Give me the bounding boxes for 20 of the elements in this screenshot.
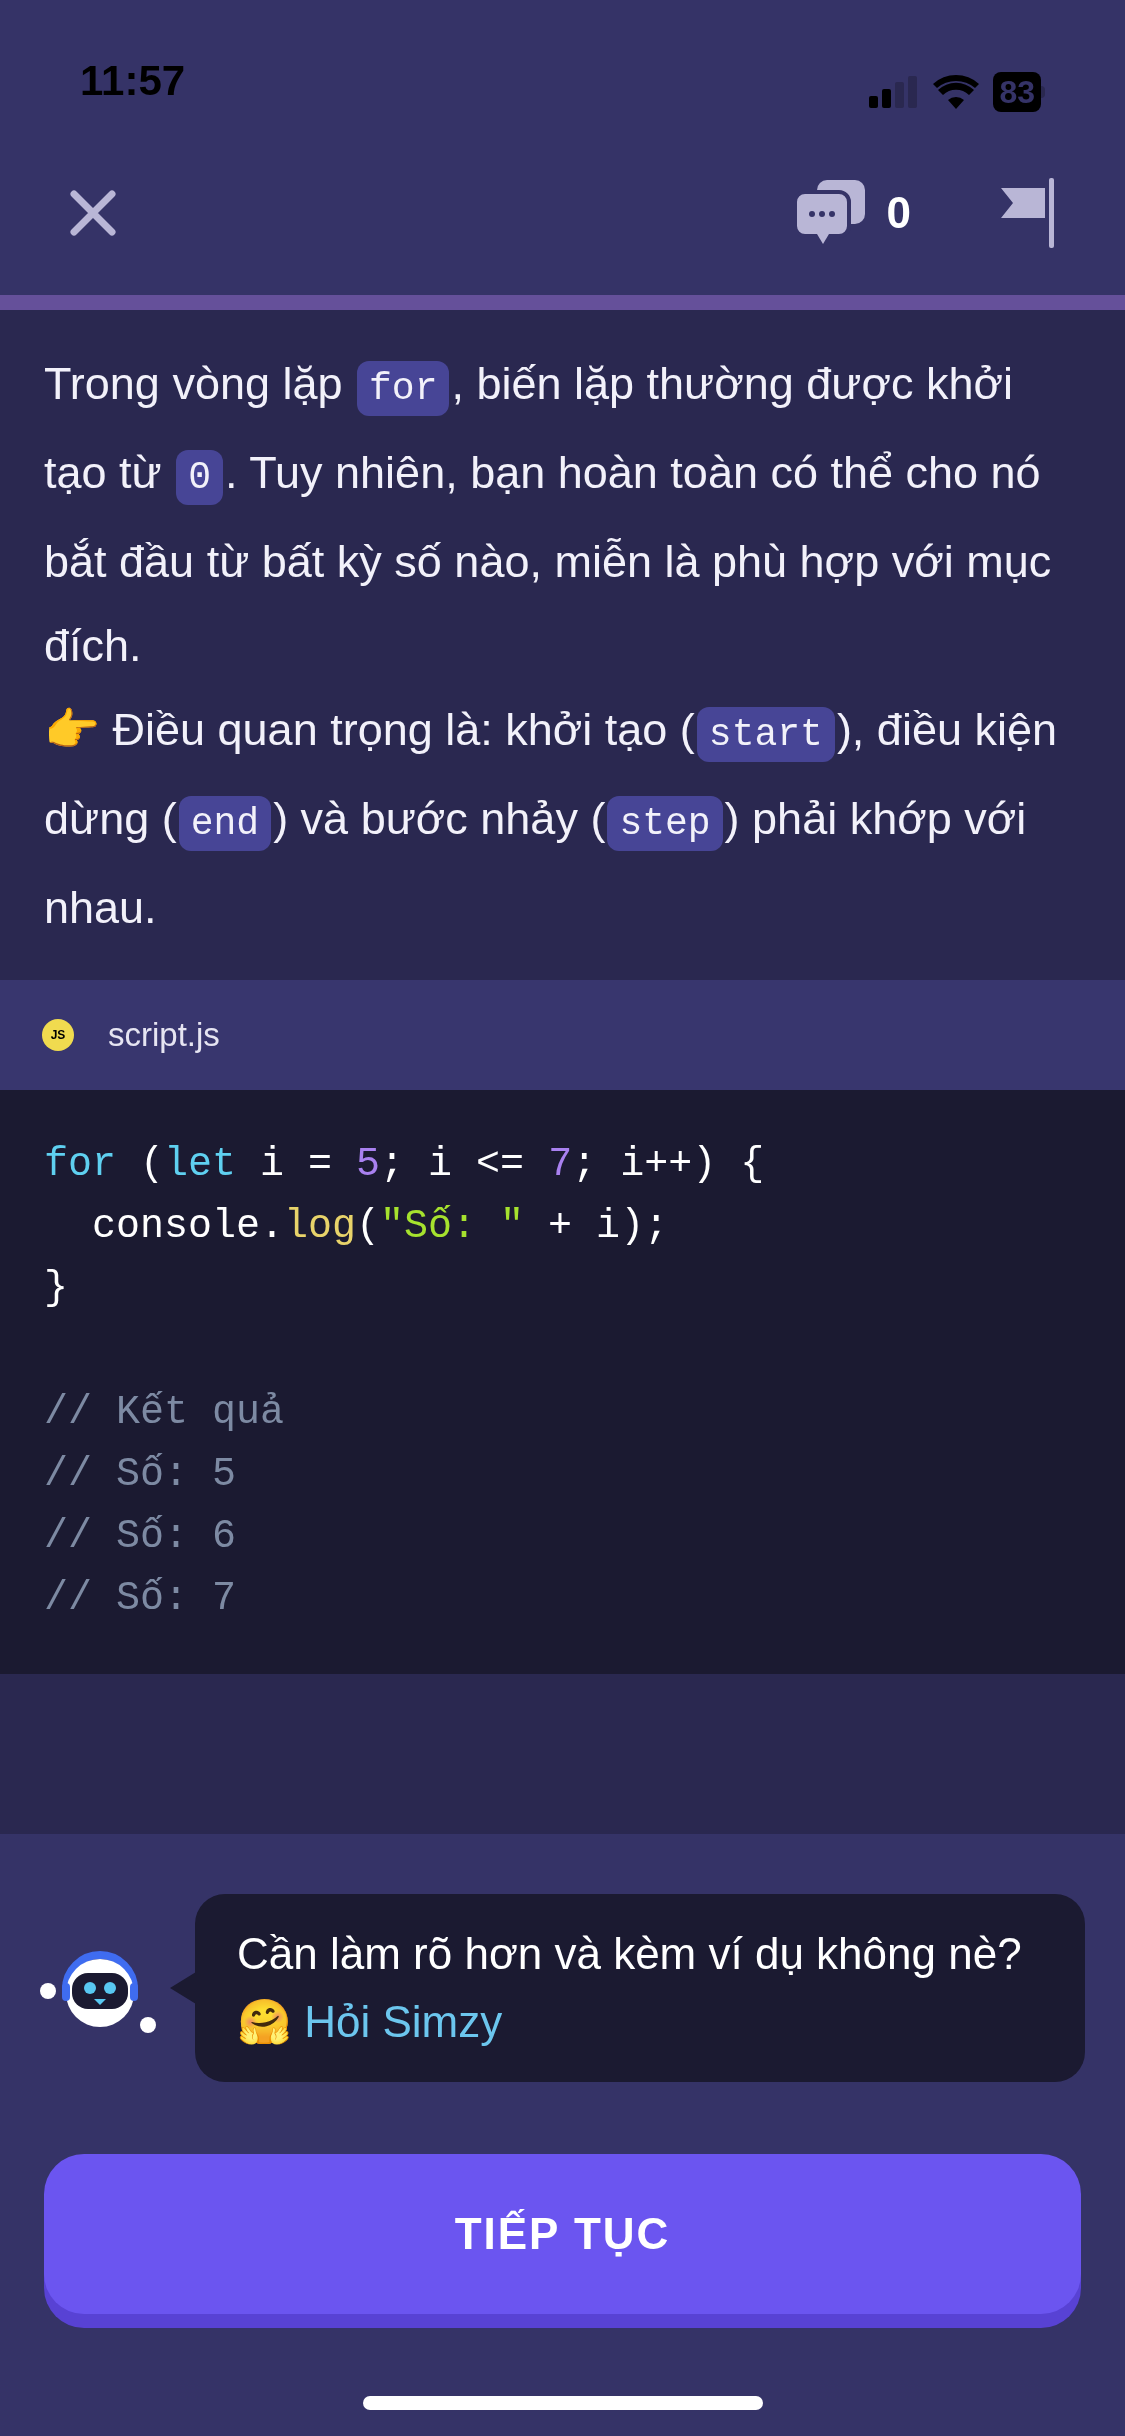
ask-simzy-link[interactable]: Hỏi Simzy — [304, 1997, 503, 2046]
code-line: // Số: 5 — [44, 1451, 238, 1499]
comment-count: 0 — [886, 186, 911, 239]
js-file-icon: JS — [42, 1019, 74, 1051]
flag-icon[interactable] — [1001, 177, 1055, 248]
explanation-paragraph: Trong vòng lặp for , biến lặp thường được khởi tạo từ 0 . Tuy nhiên, bạn hoàn toàn có thể cho nó bắt đầu từ bất kỳ số nào, miễn là phù hợp với mục đích. — [44, 357, 1053, 673]
explanation-paragraph: 👉 Điều quan trọng là: khởi tạo ( start ), điều kiện dừng ( end ) và bước nhảy ( step ) phải khớp với nhau. — [44, 703, 1058, 935]
assistant-message: Cần làm rõ hơn và kèm ví dụ không nè? 🤗 Hỏi Simzy — [195, 1894, 1085, 2082]
code-line: console.log("Số: " + i); — [91, 1203, 670, 1251]
code-line: // Số: 7 — [44, 1575, 238, 1623]
wifi-icon — [933, 75, 980, 109]
status-time: 11:57 — [80, 56, 186, 106]
code-line: // Kết quả — [44, 1389, 286, 1437]
code-line: for (let i = 5; i <= 7; i++) { — [44, 1141, 766, 1189]
chat-bubbles-icon[interactable] — [794, 179, 865, 246]
close-icon[interactable] — [70, 189, 116, 236]
code-line: } — [44, 1265, 69, 1313]
file-tab-name: script.js — [108, 1015, 220, 1056]
signal-icon — [869, 76, 920, 108]
code-line: // Số: 6 — [44, 1513, 238, 1561]
